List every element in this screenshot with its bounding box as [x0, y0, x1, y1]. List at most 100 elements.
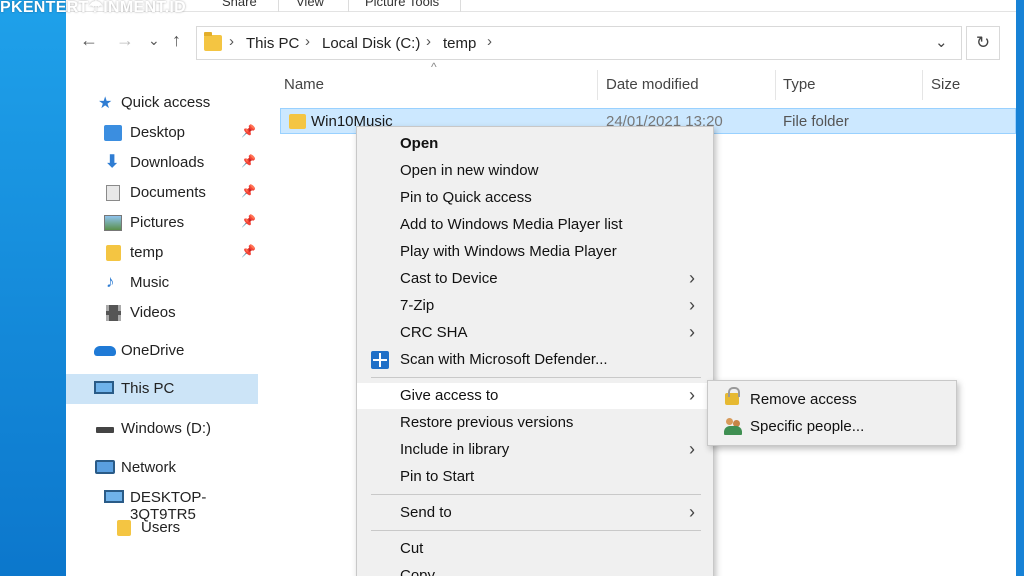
tab-picture-tools[interactable]: Picture Tools: [365, 0, 439, 9]
up-arrow-icon[interactable]: ↑: [172, 30, 181, 51]
sort-ascending-icon: ^: [431, 60, 437, 74]
menu-item-copy[interactable]: Copy: [357, 563, 713, 576]
menu-item-add-to-wmp-list[interactable]: Add to Windows Media Player list: [357, 212, 713, 238]
people-icon: [724, 418, 742, 435]
menu-item-label: Copy: [400, 567, 436, 576]
folder-icon: [289, 114, 306, 129]
sidebar-item-pictures[interactable]: Pictures 📌: [66, 208, 258, 238]
menu-item-label: Pin to Start: [400, 468, 475, 485]
sidebar-item-label: Desktop: [130, 124, 186, 141]
sidebar-item-documents[interactable]: Documents 📌: [66, 178, 258, 208]
menu-divider: [371, 530, 701, 531]
pin-icon[interactable]: 📌: [241, 244, 256, 258]
menu-item-open[interactable]: Open: [357, 131, 713, 157]
menu-item-give-access-to[interactable]: Give access to ›: [357, 383, 713, 409]
menu-item-label: CRC SHA: [400, 324, 468, 341]
menu-item-pin-to-start[interactable]: Pin to Start: [357, 464, 713, 490]
back-arrow-icon[interactable]: ←: [80, 30, 98, 51]
column-separator[interactable]: [922, 70, 923, 100]
menu-item-label: Send to: [400, 504, 452, 521]
column-separator[interactable]: [597, 70, 598, 100]
menu-item-cut[interactable]: Cut: [357, 536, 713, 562]
desktop-background: [0, 0, 66, 576]
sidebar-item-videos[interactable]: Videos: [66, 298, 258, 328]
tab-share[interactable]: Share: [222, 0, 257, 9]
column-header-type[interactable]: Type: [783, 76, 816, 93]
menu-item-scan-defender[interactable]: Scan with Microsoft Defender...: [357, 347, 713, 373]
tab-view[interactable]: View: [296, 0, 324, 9]
sidebar-item-label: Music: [130, 274, 170, 291]
recent-locations-icon[interactable]: ⌄: [148, 32, 160, 49]
folder-icon: [106, 245, 121, 261]
submenu-item-specific-people[interactable]: Specific people...: [708, 413, 956, 440]
sidebar-item-quick-access[interactable]: ★ Quick access: [66, 88, 258, 118]
sidebar-item-network[interactable]: Network: [66, 453, 258, 483]
ribbon-separator: [460, 0, 461, 12]
chevron-down-icon[interactable]: ⌄: [935, 33, 948, 51]
column-header-size[interactable]: Size: [931, 76, 960, 93]
sidebar-item-this-pc[interactable]: This PC: [66, 374, 258, 404]
menu-item-pin-quick-access[interactable]: Pin to Quick access: [357, 185, 713, 211]
submenu-item-label: Specific people...: [750, 418, 865, 435]
menu-item-play-with-wmp[interactable]: Play with Windows Media Player: [357, 239, 713, 265]
chevron-right-icon[interactable]: ›: [229, 33, 234, 50]
drive-icon: [96, 427, 114, 433]
column-header-date-modified[interactable]: Date modified: [606, 76, 699, 93]
sidebar-item-windows-d[interactable]: Windows (D:): [66, 414, 258, 444]
chevron-right-icon[interactable]: ›: [426, 33, 431, 50]
menu-item-7zip[interactable]: 7-Zip ›: [357, 293, 713, 319]
give-access-submenu: Remove access Specific people...: [707, 380, 957, 446]
sidebar-item-downloads[interactable]: ⬇ Downloads 📌: [66, 148, 258, 178]
chevron-right-icon: ›: [689, 439, 695, 459]
menu-item-send-to[interactable]: Send to ›: [357, 500, 713, 526]
sidebar-item-label: This PC: [121, 380, 175, 397]
menu-item-restore-previous-versions[interactable]: Restore previous versions: [357, 410, 713, 436]
forward-arrow-icon[interactable]: →: [116, 30, 134, 51]
watermark: PKENTERT☂INMENT.ID: [0, 0, 186, 16]
sidebar-item-users[interactable]: Users: [66, 513, 258, 543]
sidebar-item-label: Windows (D:): [121, 420, 212, 437]
star-icon: ★: [98, 95, 113, 112]
folder-icon: [117, 520, 131, 536]
pin-icon[interactable]: 📌: [241, 214, 256, 228]
sidebar-item-music[interactable]: ♪ Music: [66, 268, 258, 298]
sidebar-item-label: Quick access: [121, 94, 211, 111]
ribbon-separator: [348, 0, 349, 12]
menu-item-crc-sha[interactable]: CRC SHA ›: [357, 320, 713, 346]
menu-item-label: Add to Windows Media Player list: [400, 216, 623, 233]
pin-icon[interactable]: 📌: [241, 184, 256, 198]
sidebar-item-onedrive[interactable]: OneDrive: [66, 336, 258, 366]
submenu-item-remove-access[interactable]: Remove access: [708, 386, 956, 413]
column-header-name[interactable]: Name: [284, 76, 324, 93]
sidebar-item-label: Downloads: [130, 154, 205, 171]
menu-item-label: Pin to Quick access: [400, 189, 532, 206]
address-bar[interactable]: › This PC › Local Disk (C:) › temp › ⌄: [196, 26, 962, 60]
breadcrumb-local-disk[interactable]: Local Disk (C:): [322, 35, 420, 52]
lock-icon: [725, 387, 740, 405]
chevron-right-icon: ›: [689, 295, 695, 315]
chevron-right-icon[interactable]: ›: [487, 33, 492, 50]
computer-icon: [94, 381, 114, 394]
sidebar-item-label: Network: [121, 459, 177, 476]
sidebar-item-temp[interactable]: temp 📌: [66, 238, 258, 268]
pin-icon[interactable]: 📌: [241, 124, 256, 138]
folder-icon: [204, 32, 222, 51]
download-arrow-icon: ⬇: [105, 152, 120, 171]
sidebar-item-label: temp: [130, 244, 164, 261]
column-separator[interactable]: [775, 70, 776, 100]
chevron-right-icon[interactable]: ›: [305, 33, 310, 50]
sidebar-item-desktop-3qt9tr5[interactable]: DESKTOP-3QT9TR5: [66, 483, 258, 523]
menu-item-open-new-window[interactable]: Open in new window: [357, 158, 713, 184]
menu-item-include-in-library[interactable]: Include in library ›: [357, 437, 713, 463]
menu-item-cast-to-device[interactable]: Cast to Device ›: [357, 266, 713, 292]
sidebar-item-desktop[interactable]: Desktop 📌: [66, 118, 258, 148]
breadcrumb-this-pc[interactable]: This PC: [246, 35, 299, 52]
navigation-pane: ★ Quick access Desktop 📌 ⬇ Downloads 📌 D…: [66, 62, 258, 576]
menu-item-label: Open in new window: [400, 162, 539, 179]
breadcrumb-temp[interactable]: temp: [443, 35, 476, 52]
document-icon: [106, 185, 120, 201]
computer-icon: [104, 490, 124, 503]
pin-icon[interactable]: 📌: [241, 154, 256, 168]
chevron-right-icon: ›: [689, 268, 695, 288]
refresh-button[interactable]: ↻: [966, 26, 1000, 60]
